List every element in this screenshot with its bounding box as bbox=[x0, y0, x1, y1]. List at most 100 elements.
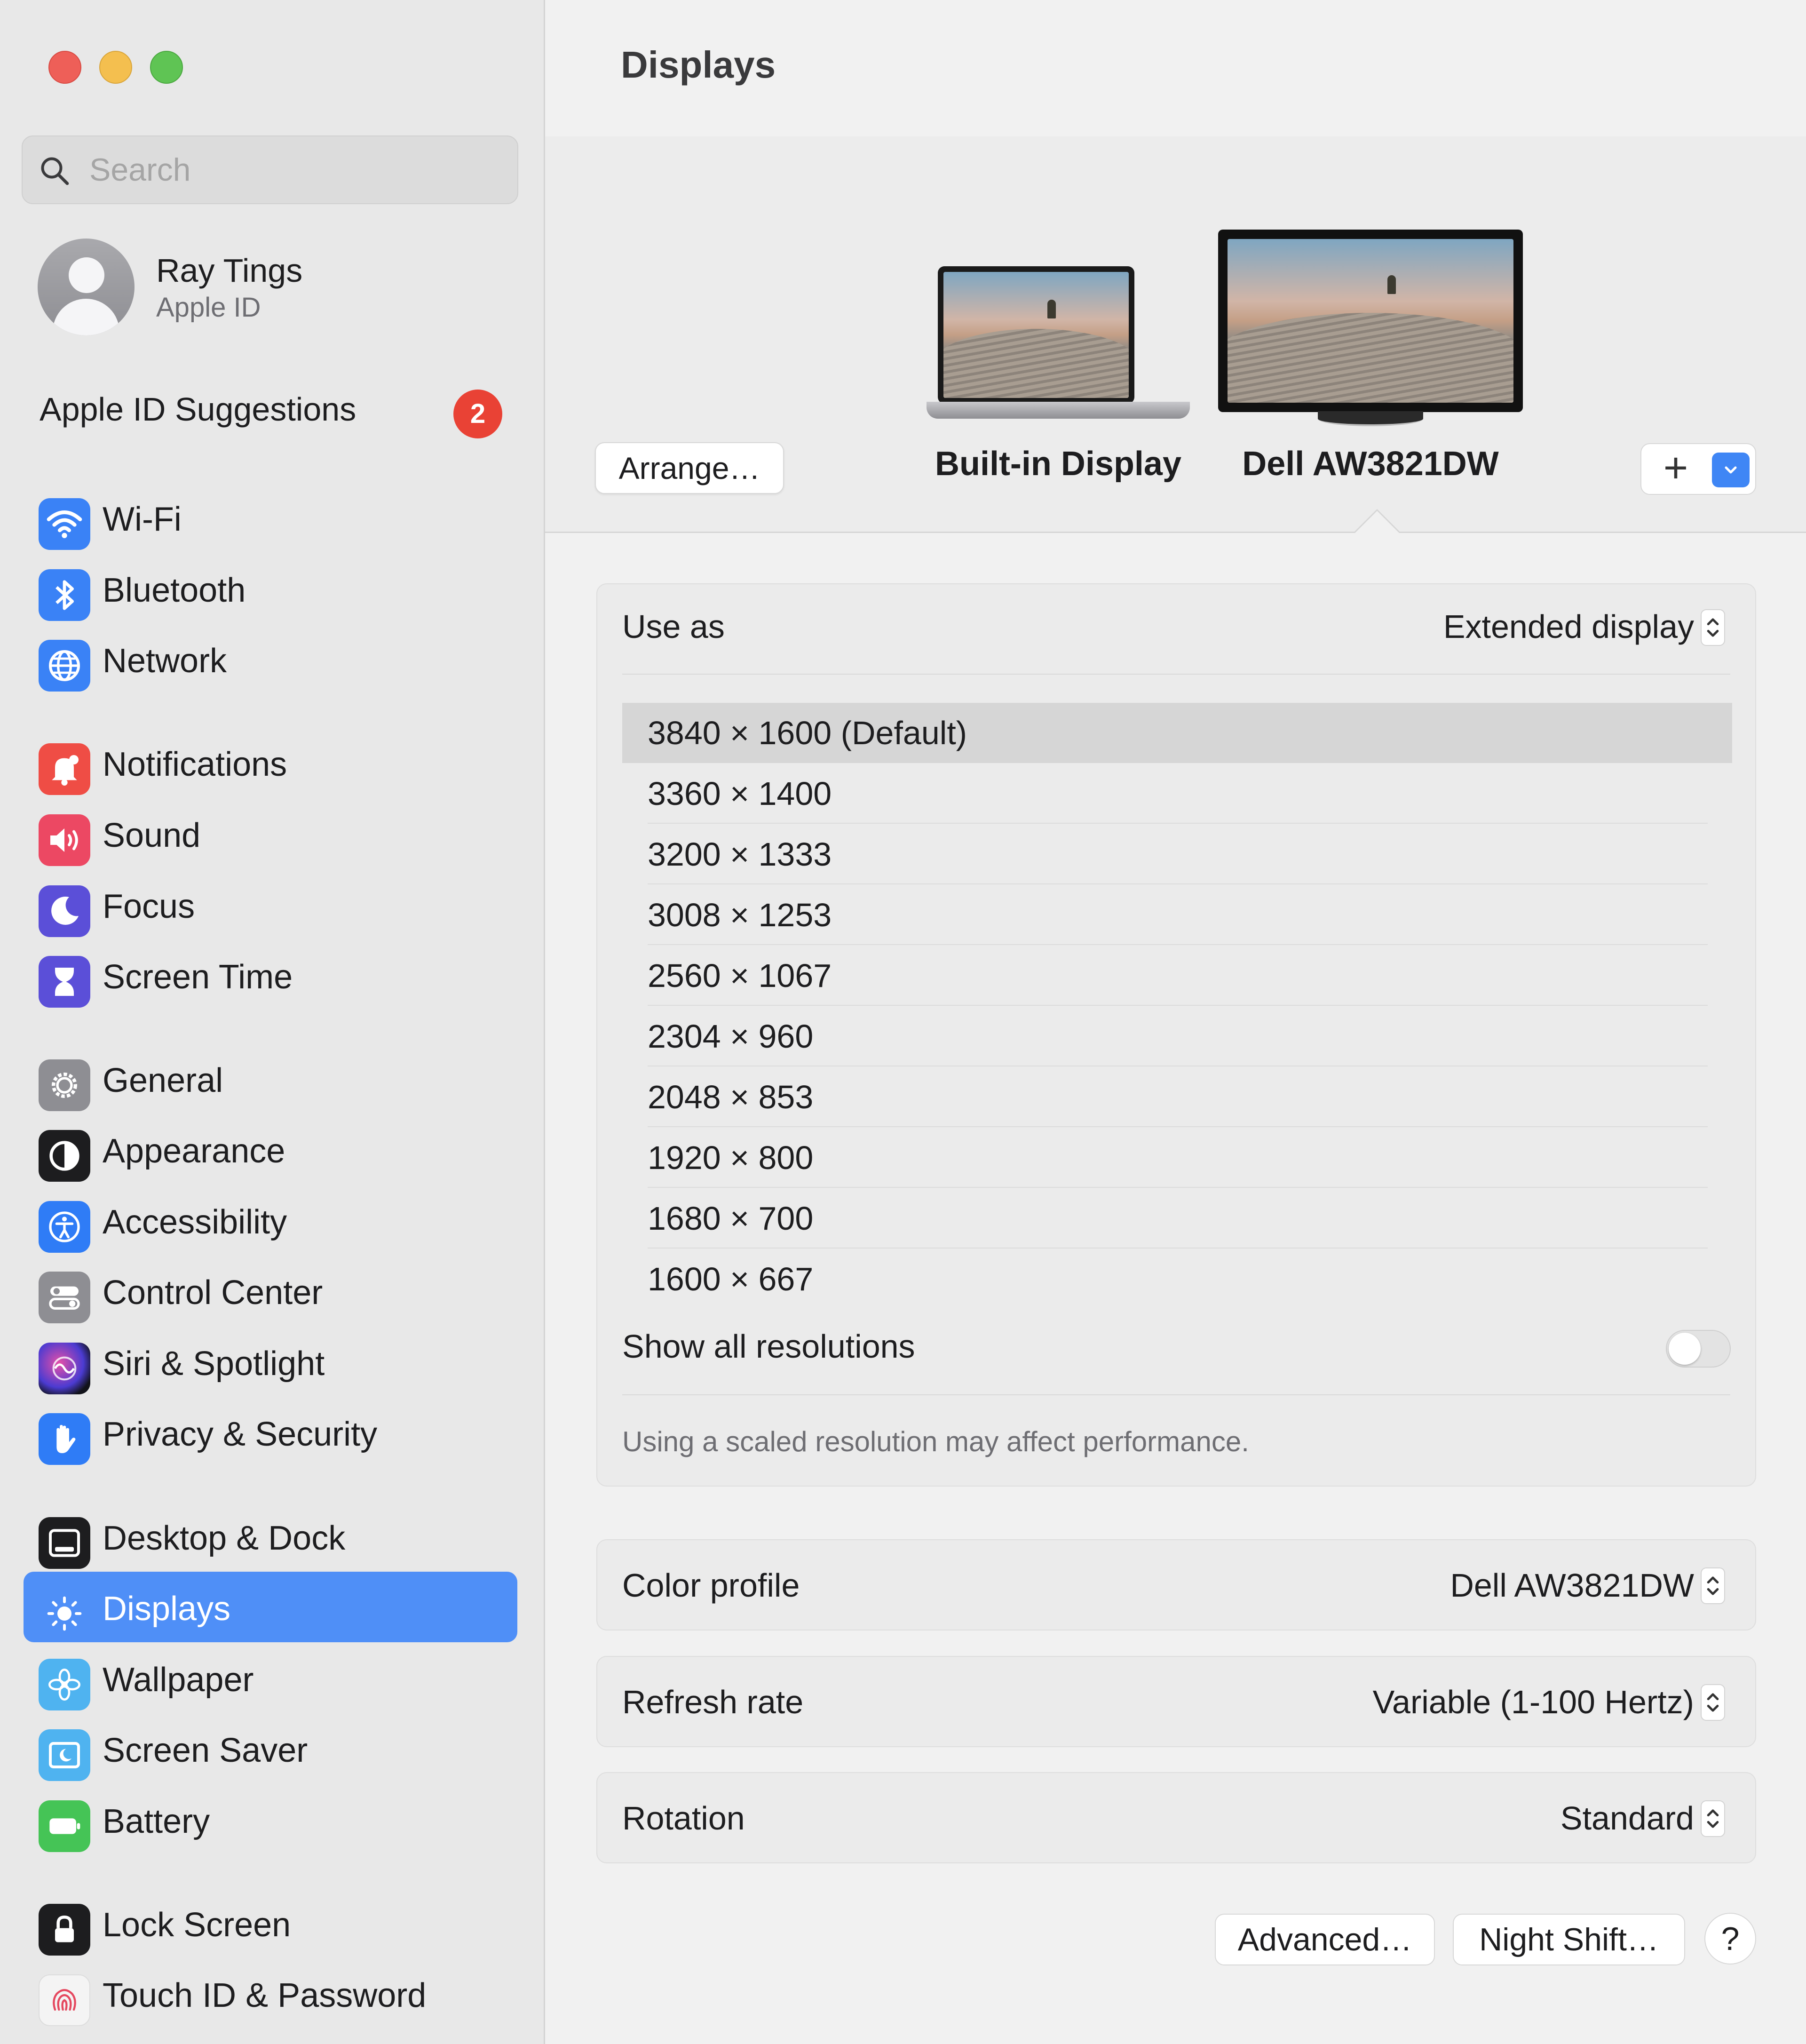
siri-icon bbox=[39, 1343, 90, 1394]
resolution-option-label: 3840 × 1600 (Default) bbox=[648, 715, 967, 751]
use-as-value[interactable]: Extended display bbox=[1443, 608, 1694, 645]
gear-icon bbox=[39, 1059, 90, 1111]
sidebar-item-focus[interactable]: Focus bbox=[24, 869, 517, 940]
resolution-option[interactable]: 3200 × 1333 bbox=[622, 824, 1732, 884]
resolution-option[interactable]: 2304 × 960 bbox=[622, 1006, 1732, 1066]
sidebar-item-notifications[interactable]: Notifications bbox=[24, 727, 517, 798]
rotation-value[interactable]: Standard bbox=[1560, 1799, 1694, 1837]
sidebar-item-privacy-security[interactable]: Privacy & Security bbox=[24, 1397, 517, 1468]
add-display-control[interactable]: + bbox=[1640, 443, 1756, 495]
sidebar-item-touch-id-password[interactable]: Touch ID & Password bbox=[24, 1958, 517, 2029]
search-input[interactable] bbox=[89, 136, 494, 203]
sidebar-item-label: General bbox=[103, 1062, 223, 1099]
resolution-option-label: 1920 × 800 bbox=[648, 1139, 814, 1176]
fingerprint-icon bbox=[39, 1974, 90, 2026]
sidebar-item-lock-screen[interactable]: Lock Screen bbox=[24, 1888, 517, 1958]
resolution-option[interactable]: 3008 × 1253 bbox=[622, 885, 1732, 945]
lock-icon bbox=[39, 1904, 90, 1956]
resolution-option[interactable]: 1600 × 667 bbox=[622, 1249, 1732, 1309]
settings-window: Ray Tings Apple ID Apple ID Suggestions … bbox=[0, 0, 1806, 2044]
sidebar-item-label: Screen Time bbox=[103, 958, 293, 996]
sidebar-item-label: Wallpaper bbox=[103, 1661, 254, 1699]
sidebar-item-general[interactable]: General bbox=[24, 1043, 517, 1114]
sidebar-item-screen-time[interactable]: Screen Time bbox=[24, 940, 517, 1010]
sidebar-item-bluetooth[interactable]: Bluetooth bbox=[24, 553, 517, 624]
wifi-icon bbox=[39, 498, 90, 550]
sidebar-item-label: Network bbox=[103, 642, 227, 680]
show-all-resolutions-toggle[interactable] bbox=[1666, 1330, 1731, 1368]
sidebar-item-label: Siri & Spotlight bbox=[103, 1345, 325, 1383]
sidebar-item-screen-saver[interactable]: Screen Saver bbox=[24, 1713, 517, 1784]
battery-icon bbox=[39, 1800, 90, 1852]
sidebar-item-network[interactable]: Network bbox=[24, 624, 517, 694]
resolution-option[interactable]: 3360 × 1400 bbox=[622, 764, 1732, 824]
sidebar-item-sound[interactable]: Sound bbox=[24, 798, 517, 869]
apple-id-suggestions[interactable]: Apple ID Suggestions bbox=[40, 390, 356, 428]
add-display-button[interactable]: + bbox=[1645, 447, 1706, 491]
sidebar-item-appearance[interactable]: Appearance bbox=[24, 1114, 517, 1185]
sidebar-item-control-center[interactable]: Control Center bbox=[24, 1256, 517, 1326]
resolution-option[interactable]: 1920 × 800 bbox=[622, 1128, 1732, 1188]
sidebar-item-label: Accessibility bbox=[103, 1203, 287, 1241]
resolution-option[interactable]: 2048 × 853 bbox=[622, 1067, 1732, 1127]
night-shift-button[interactable]: Night Shift… bbox=[1453, 1914, 1685, 1965]
toggles-icon bbox=[39, 1272, 90, 1323]
sidebar-item-displays[interactable]: Displays bbox=[24, 1572, 517, 1642]
sidebar-item-label: Desktop & Dock bbox=[103, 1519, 346, 1557]
chevron-down-icon[interactable] bbox=[1712, 453, 1750, 487]
suggestions-badge: 2 bbox=[453, 390, 502, 438]
sun-icon bbox=[39, 1588, 90, 1639]
resolution-option-label: 2560 × 1067 bbox=[648, 957, 832, 994]
rotation-label: Rotation bbox=[622, 1800, 745, 1837]
color-profile-stepper-icon[interactable] bbox=[1701, 1567, 1725, 1604]
dock-icon bbox=[39, 1517, 90, 1569]
apple-id-profile[interactable]: Ray Tings Apple ID bbox=[38, 238, 508, 336]
resolution-option-label: 2048 × 853 bbox=[648, 1079, 814, 1115]
accessibility-icon bbox=[39, 1201, 90, 1253]
speaker-icon bbox=[39, 814, 90, 866]
sidebar-item-accessibility[interactable]: Accessibility bbox=[24, 1185, 517, 1256]
built-in-display-label[interactable]: Built-in Display bbox=[917, 445, 1199, 483]
built-in-display-thumbnail[interactable] bbox=[927, 264, 1190, 424]
refresh-rate-stepper-icon[interactable] bbox=[1701, 1684, 1725, 1721]
sidebar-item-label: Sound bbox=[103, 817, 201, 854]
refresh-rate-row: Refresh rate Variable (1-100 Hertz) bbox=[596, 1656, 1756, 1747]
sidebar-item-wifi[interactable]: Wi-Fi bbox=[24, 482, 517, 553]
use-as-stepper-icon[interactable] bbox=[1701, 609, 1725, 646]
dell-display-label[interactable]: Dell AW3821DW bbox=[1206, 445, 1535, 483]
resolution-option[interactable]: 3840 × 1600 (Default) bbox=[622, 703, 1732, 763]
sidebar-item-wallpaper[interactable]: Wallpaper bbox=[24, 1643, 517, 1713]
resolution-option[interactable]: 1680 × 700 bbox=[622, 1188, 1732, 1249]
sidebar: Ray Tings Apple ID Apple ID Suggestions … bbox=[0, 0, 545, 2044]
dell-monitor-thumbnail[interactable] bbox=[1218, 230, 1523, 427]
sidebar-item-desktop-dock[interactable]: Desktop & Dock bbox=[24, 1501, 517, 1572]
zoom-window-button[interactable] bbox=[150, 51, 183, 84]
close-window-button[interactable] bbox=[48, 51, 81, 84]
appearance-icon bbox=[39, 1130, 90, 1182]
rotation-stepper-icon[interactable] bbox=[1701, 1800, 1725, 1837]
sidebar-item-label: Screen Saver bbox=[103, 1732, 308, 1769]
sidebar-item-label: Wi-Fi bbox=[103, 501, 182, 538]
sidebar-item-label: Bluetooth bbox=[103, 572, 246, 609]
sidebar-item-label: Lock Screen bbox=[103, 1906, 291, 1944]
bell-icon bbox=[39, 743, 90, 795]
advanced-button[interactable]: Advanced… bbox=[1215, 1914, 1435, 1965]
color-profile-label: Color profile bbox=[622, 1567, 800, 1604]
search-icon bbox=[41, 157, 69, 185]
use-as-label: Use as bbox=[622, 608, 725, 645]
resolution-option-label: 1680 × 700 bbox=[648, 1200, 814, 1237]
sidebar-item-label: Touch ID & Password bbox=[103, 1977, 427, 2014]
search-field[interactable] bbox=[22, 135, 518, 204]
color-profile-value[interactable]: Dell AW3821DW bbox=[1450, 1567, 1694, 1604]
arrange-button[interactable]: Arrange… bbox=[595, 442, 784, 494]
sidebar-item-battery[interactable]: Battery bbox=[24, 1784, 517, 1855]
help-button[interactable]: ? bbox=[1704, 1913, 1756, 1964]
resolution-option[interactable]: 2560 × 1067 bbox=[622, 946, 1732, 1006]
minimize-window-button[interactable] bbox=[99, 51, 132, 84]
globe-icon bbox=[39, 640, 90, 692]
sidebar-item-label: Control Center bbox=[103, 1274, 323, 1312]
sidebar-item-label: Privacy & Security bbox=[103, 1416, 378, 1453]
screensaver-icon bbox=[39, 1729, 90, 1781]
refresh-rate-value[interactable]: Variable (1-100 Hertz) bbox=[1373, 1683, 1694, 1721]
sidebar-item-siri-spotlight[interactable]: Siri & Spotlight bbox=[24, 1327, 517, 1397]
